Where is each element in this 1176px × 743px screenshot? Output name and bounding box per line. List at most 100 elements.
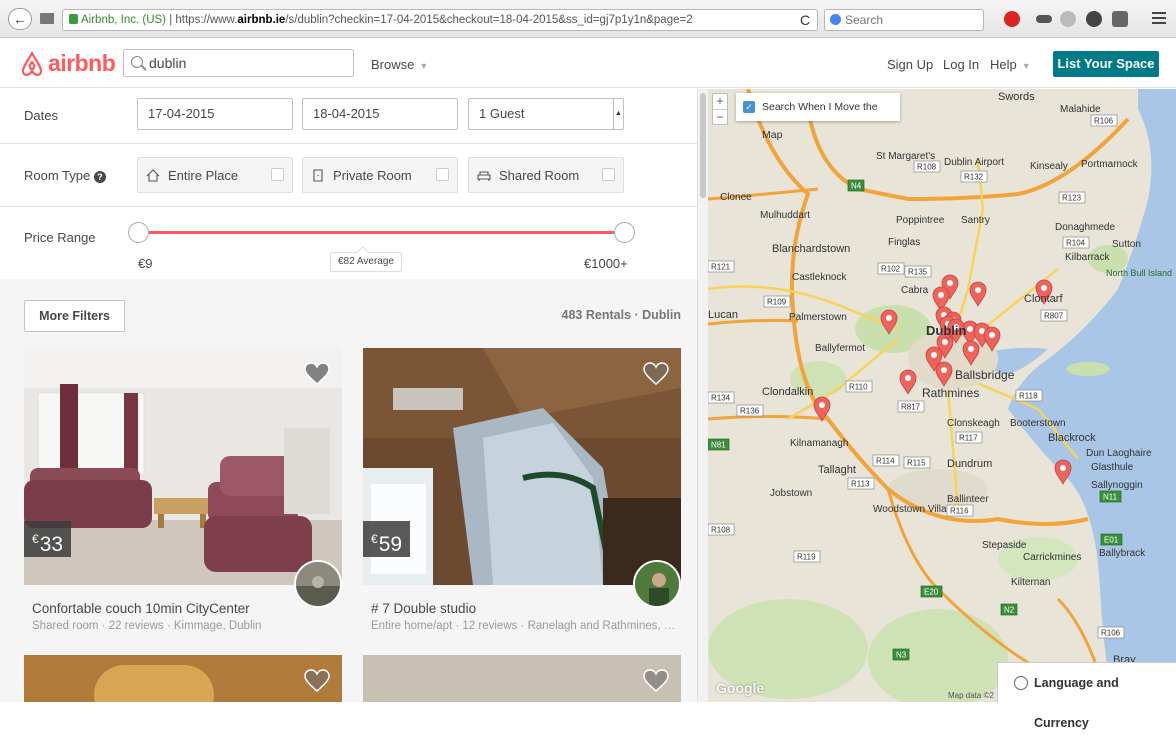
globe-icon (1014, 676, 1028, 690)
svg-text:R114: R114 (876, 457, 895, 466)
back-button[interactable]: ← (8, 8, 32, 30)
zoom-control[interactable]: + − (712, 93, 728, 125)
heart-icon[interactable] (304, 362, 330, 386)
results-scrollbar[interactable] (697, 89, 708, 702)
glasses-icon[interactable] (1036, 15, 1052, 23)
host-avatar[interactable] (633, 560, 681, 608)
list-your-space-button[interactable]: List Your Space (1053, 51, 1159, 77)
place-label: Sutton (1112, 239, 1141, 250)
price-slider-track[interactable] (138, 231, 624, 234)
place-label: Kilnamanagh (790, 438, 848, 449)
ghost-icon[interactable] (1060, 11, 1076, 27)
price-value: 59 (378, 533, 403, 556)
svg-text:N4: N4 (851, 182, 862, 191)
divider (0, 206, 697, 207)
road-shield: R116 (946, 504, 974, 517)
currency: € (371, 532, 378, 546)
price-range-label: Price Range (24, 230, 96, 245)
language-currency-label: Language and Currency (1034, 676, 1119, 730)
price-max-handle[interactable] (614, 222, 635, 243)
svg-text:R118: R118 (1019, 392, 1038, 401)
svg-text:R106: R106 (1101, 629, 1121, 638)
listing-photo[interactable]: €59 (363, 348, 681, 585)
browse-menu[interactable]: Browse ▼ (371, 57, 428, 72)
menu-icon[interactable] (1152, 12, 1166, 24)
listing-price: €33 (24, 521, 72, 557)
heart-icon[interactable] (643, 669, 669, 693)
price-min-handle[interactable] (128, 222, 149, 243)
listing-title[interactable]: # 7 Double studio (371, 601, 476, 616)
svg-text:E01: E01 (1104, 536, 1119, 545)
room-type-shared-room[interactable]: Shared Room (468, 157, 624, 193)
more-filters-button[interactable]: More Filters (24, 300, 125, 332)
room-type-entire-place[interactable]: Entire Place (137, 157, 293, 193)
heart-icon[interactable] (643, 362, 669, 386)
road-shield: R106 (1097, 626, 1125, 639)
place-label: Blanchardstown (772, 243, 850, 255)
checkin-input[interactable]: 17-04-2015 (137, 98, 293, 130)
map-canvas: Swords Malahide St Margaret's Dublin Air… (708, 89, 1176, 702)
host-avatar[interactable] (294, 560, 342, 608)
url-prefix: https://www. (175, 14, 238, 26)
svg-text:N81: N81 (711, 441, 726, 450)
price-value: 33 (39, 533, 64, 556)
signup-link[interactable]: Sign Up (887, 57, 933, 72)
road-shield: N4 (847, 179, 865, 192)
url-bar[interactable]: Airbnb, Inc. (US) | https://www.airbnb.i… (62, 9, 818, 31)
place-label: Sallynoggin (1091, 480, 1143, 491)
extension-icon[interactable] (1112, 11, 1128, 27)
listing-subtitle: Shared room · 22 reviews · Kimmage, Dubl… (32, 620, 262, 632)
search-when-move-checkbox[interactable]: ✓ Search When I Move the Map (736, 93, 900, 141)
language-currency-button[interactable]: Language and Currency (997, 662, 1176, 730)
road-shield: R121 (708, 260, 735, 273)
road-shield: R135 (904, 265, 932, 278)
room-type-private-room[interactable]: Private Room (302, 157, 458, 193)
chevron-down-icon: ▼ (419, 61, 429, 71)
road-shield: N11 (1099, 490, 1122, 503)
checkbox[interactable] (602, 168, 615, 181)
browser-toolbar: ← Airbnb, Inc. (US) | https://www.airbnb… (0, 0, 1176, 38)
place-label: Woodstown Village (873, 504, 958, 515)
svg-text:N3: N3 (896, 651, 907, 660)
road-shield: N3 (892, 648, 910, 661)
location-search-input[interactable]: dublin (123, 49, 354, 77)
scrollbar-thumb[interactable] (700, 93, 706, 198)
checkout-input[interactable]: 18-04-2015 (302, 98, 458, 130)
reload-icon[interactable]: C (800, 12, 810, 28)
checkbox[interactable] (436, 168, 449, 181)
help-icon[interactable]: ? (93, 171, 106, 183)
place-label: Finglas (888, 237, 920, 248)
dates-label: Dates (24, 108, 58, 123)
zoom-in-button[interactable]: + (713, 94, 727, 109)
help-label: Help (990, 57, 1017, 72)
adblock-icon[interactable] (1004, 11, 1020, 27)
road-shield: R807 (1040, 309, 1068, 322)
place-label: Carrickmines (1023, 552, 1081, 563)
house-icon (146, 169, 160, 182)
airbnb-logo[interactable]: airbnb (20, 50, 116, 77)
place-label: Dublin Airport (944, 157, 1004, 168)
svg-text:R115: R115 (907, 459, 926, 468)
road-shield: R118 (1015, 389, 1043, 402)
listing-photo[interactable] (363, 655, 681, 702)
place-label: Clontarf (1024, 293, 1063, 305)
listing-photo[interactable] (24, 655, 342, 702)
heart-icon[interactable] (304, 669, 330, 693)
svg-text:R109: R109 (767, 298, 787, 307)
place-label: Ballyfermot (815, 343, 865, 354)
help-menu[interactable]: Help ▼ (990, 57, 1031, 72)
zoom-out-button[interactable]: − (713, 109, 727, 125)
checkbox[interactable] (271, 168, 284, 181)
site-identity: Airbnb, Inc. (US) (81, 14, 166, 26)
listing-title[interactable]: Confortable couch 10min CityCenter (32, 601, 250, 616)
browse-label: Browse (371, 57, 415, 72)
chat-icon[interactable] (1086, 11, 1102, 27)
browser-search-input[interactable]: Search (824, 9, 984, 31)
listing-photo[interactable]: €33 (24, 348, 342, 585)
place-label: Dun Laoghaire (1086, 448, 1152, 459)
login-link[interactable]: Log In (943, 57, 979, 72)
guests-select[interactable]: 1 Guest ▲ (468, 98, 624, 130)
road-shield: N81 (708, 438, 730, 451)
road-shield: R134 (708, 391, 735, 404)
map[interactable]: Swords Malahide St Margaret's Dublin Air… (708, 89, 1176, 702)
